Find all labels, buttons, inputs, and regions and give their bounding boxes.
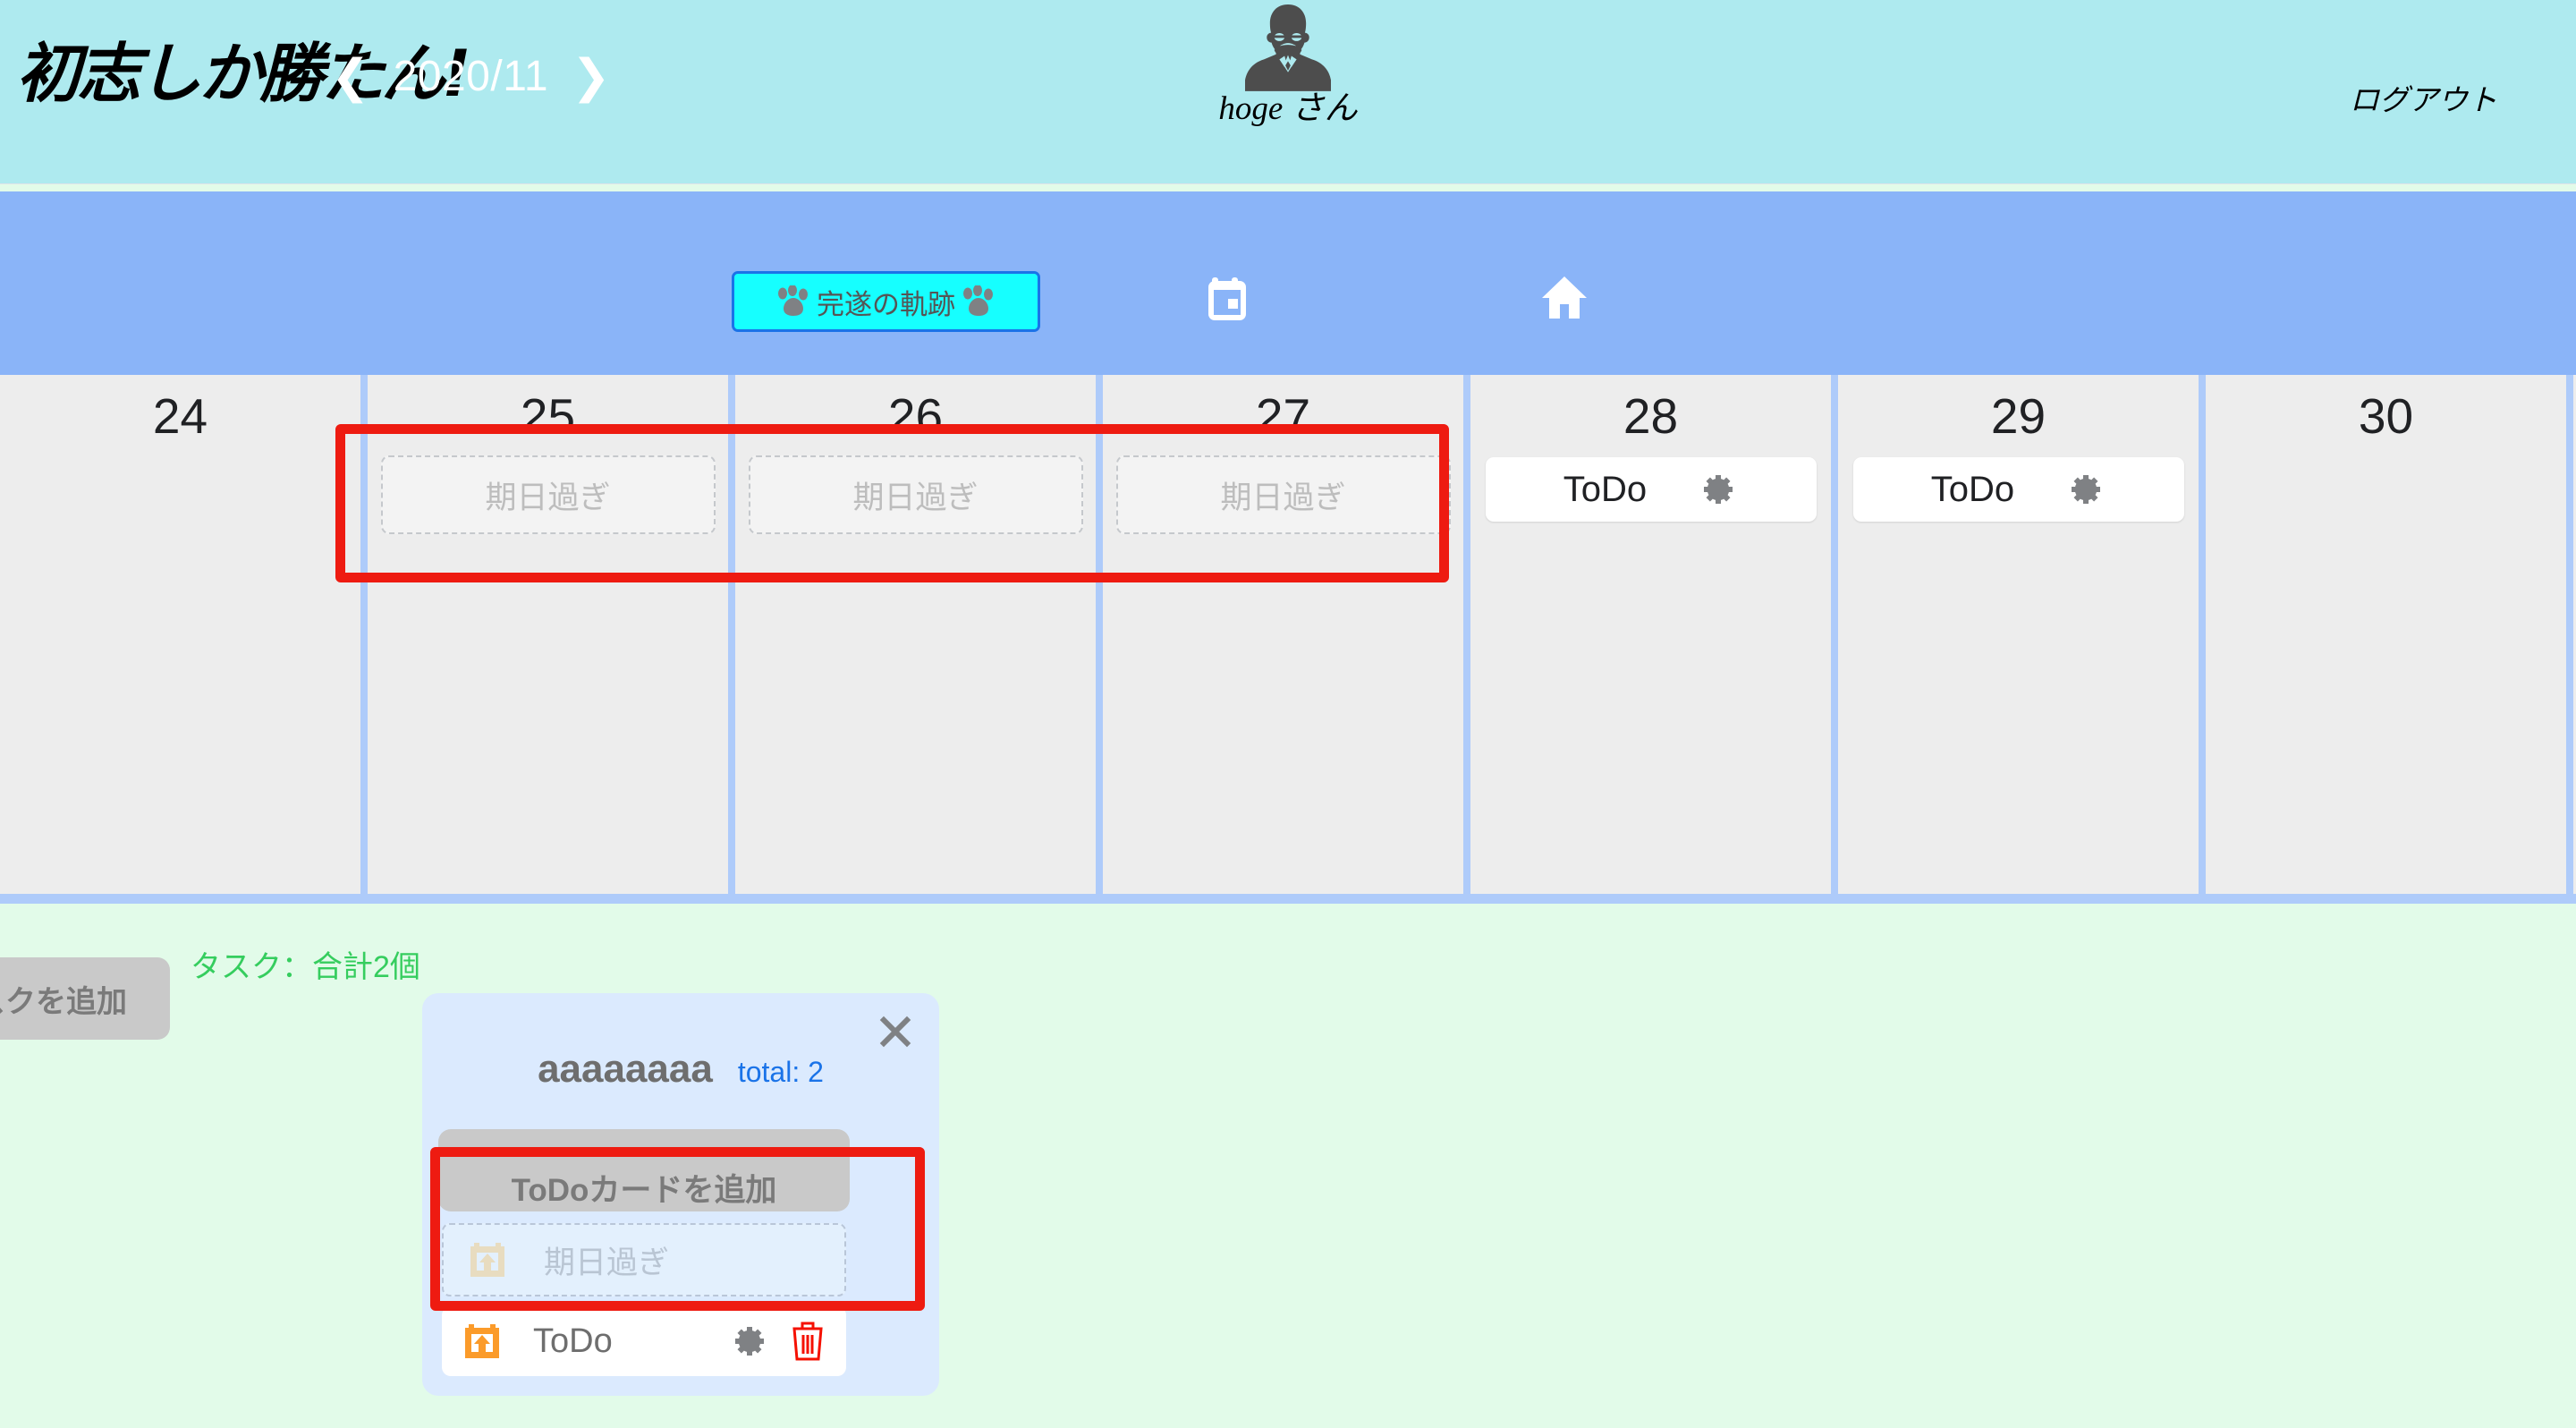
day-number: 24 — [152, 388, 208, 444]
day-number: 25 — [520, 388, 576, 444]
calendar-day-cell[interactable]: 25 期日過ぎ — [368, 375, 728, 894]
calendar-grid: 24 25 期日過ぎ 26 期日過ぎ 27 期日過ぎ 28 ToDo 29 To… — [0, 375, 2576, 904]
panel-overdue-drop-slot[interactable]: 期日過ぎ — [442, 1223, 846, 1296]
add-task-button[interactable]: タスクを追加 — [0, 957, 170, 1040]
calendar-icon — [1208, 277, 1246, 320]
calendar-day-cell[interactable]: 27 期日過ぎ — [1103, 375, 1463, 894]
calendar-day-cell[interactable]: 26 期日過ぎ — [735, 375, 1096, 894]
task-total-label: total: 2 — [737, 1056, 824, 1088]
user-avatar-icon — [1245, 4, 1331, 91]
gear-icon[interactable] — [1699, 470, 1738, 509]
user-block: hoge さん — [1136, 2, 1440, 129]
panel-todo-label: ToDo — [533, 1322, 613, 1360]
kansui-no-kiseki-button[interactable]: 完遂の軌跡 — [732, 271, 1040, 332]
gear-icon[interactable] — [730, 1322, 769, 1361]
todo-card[interactable]: ToDo — [1485, 457, 1817, 522]
month-navigator: ❮ 2020/11 ❯ — [331, 52, 611, 102]
day-number: 28 — [1623, 388, 1679, 444]
overdue-drop-slot[interactable]: 期日過ぎ — [1115, 455, 1451, 534]
paw-print-icon — [778, 285, 808, 316]
add-todo-card-button[interactable]: ToDoカードを追加 — [438, 1129, 850, 1211]
calendar-day-cell[interactable]: 30 — [2206, 375, 2566, 894]
home-icon — [1542, 276, 1587, 319]
overdue-placeholder-label: 期日過ぎ — [1220, 480, 1346, 515]
task-count-label: タスク：合計2個 — [191, 950, 420, 984]
prev-month-button[interactable]: ❮ — [331, 52, 370, 102]
day-number: 26 — [887, 388, 944, 444]
calendar-upload-icon — [470, 1243, 504, 1277]
calendar-day-cell[interactable]: 28 ToDo — [1470, 375, 1831, 894]
gear-icon[interactable] — [2066, 470, 2106, 509]
overdue-drop-slot[interactable]: 期日過ぎ — [380, 455, 716, 534]
add-task-label: タスクを追加 — [0, 984, 127, 1019]
panel-overdue-placeholder-label: 期日過ぎ — [544, 1245, 670, 1280]
calendar-navbar — [0, 191, 2576, 375]
task-panel-header: aaaaaaaa total: 2 — [422, 1047, 939, 1101]
calendar-day-cell[interactable]: 24 — [0, 375, 360, 894]
task-panel-title: aaaaaaaa — [538, 1047, 713, 1101]
day-number: 29 — [1990, 388, 2046, 444]
add-todo-card-label: ToDoカードを追加 — [511, 1173, 777, 1208]
overdue-placeholder-label: 期日過ぎ — [485, 480, 611, 515]
home-button[interactable] — [1538, 268, 1606, 336]
calendar-day-cell[interactable]: 29 ToDo — [1838, 375, 2199, 894]
logout-button[interactable]: ログアウト — [2350, 76, 2497, 119]
app-root: 初志しか勝たん! hoge さん ログアウト ❮ 2020/11 ❯ 完遂の軌跡… — [0, 0, 2576, 1428]
day-number: 27 — [1255, 388, 1311, 444]
todo-card[interactable]: ToDo — [1852, 457, 2184, 522]
day-number: 30 — [2358, 388, 2414, 444]
paw-print-icon — [963, 285, 993, 316]
close-icon[interactable] — [877, 1013, 914, 1050]
task-area: タスクを追加 タスク：合計2個 aaaaaaaa total: 2 ToDoカー… — [0, 904, 2576, 1428]
calendar-upload-icon — [465, 1324, 499, 1358]
task-panel: aaaaaaaa total: 2 ToDoカードを追加 期日過ぎ ToDo — [422, 993, 939, 1396]
next-month-button[interactable]: ❯ — [572, 52, 611, 102]
todo-card-label: ToDo — [1563, 469, 1648, 509]
calendar-view-button[interactable] — [1206, 268, 1274, 336]
trash-icon[interactable] — [789, 1321, 826, 1362]
overdue-placeholder-label: 期日過ぎ — [852, 480, 979, 515]
overdue-drop-slot[interactable]: 期日過ぎ — [748, 455, 1083, 534]
current-month-label: 2020/11 — [393, 53, 549, 100]
kansui-no-kiseki-label: 完遂の軌跡 — [817, 288, 955, 320]
user-name: hoge さん — [1218, 90, 1358, 127]
panel-todo-row[interactable]: ToDo — [442, 1306, 846, 1376]
todo-card-label: ToDo — [1930, 469, 2015, 509]
